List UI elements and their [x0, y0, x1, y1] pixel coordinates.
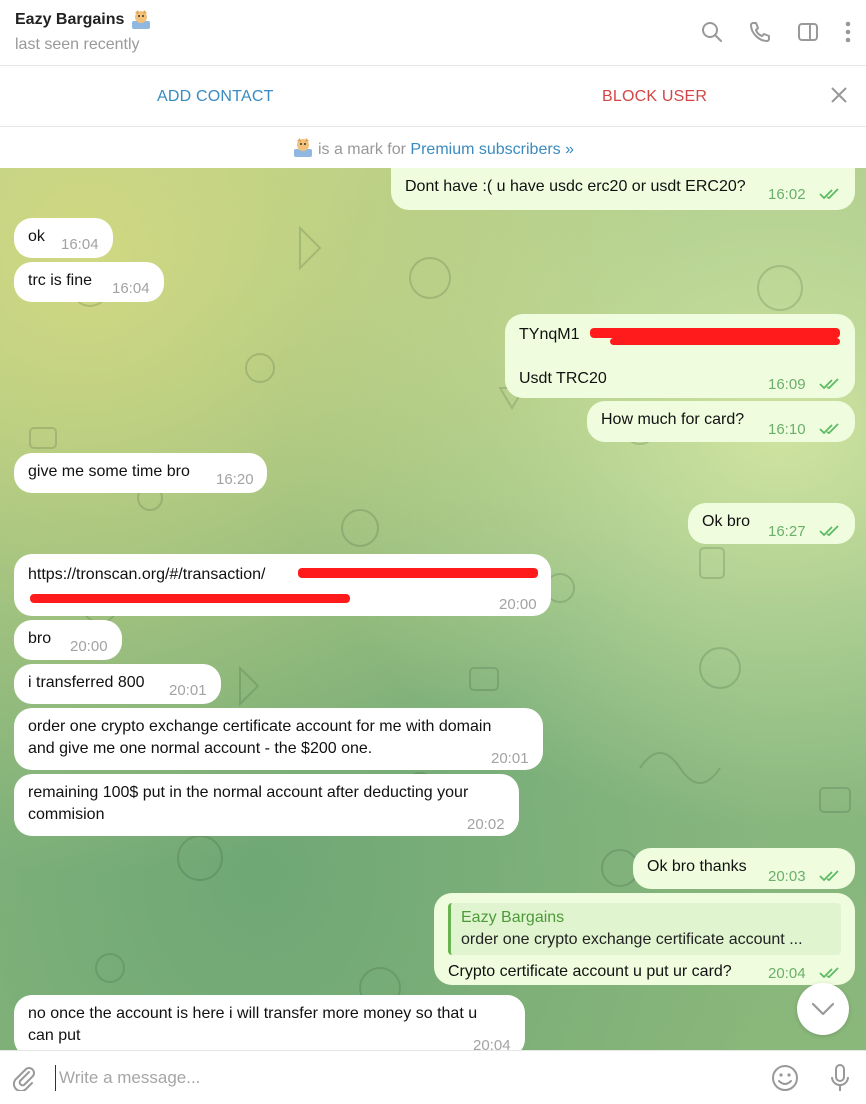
- message-text: Dont have :( u have usdc erc20 or usdt E…: [405, 178, 746, 195]
- message-incoming[interactable]: no once the account is here i will trans…: [14, 995, 525, 1050]
- message-outgoing[interactable]: Dont have :( u have usdc erc20 or usdt E…: [391, 168, 855, 210]
- redaction-mark: [610, 338, 840, 345]
- message-incoming[interactable]: ok 16:04: [14, 218, 113, 258]
- message-text-line2: commision: [28, 806, 105, 823]
- chat-header: Eazy Bargains last seen recently: [0, 0, 866, 66]
- chevron-down-icon: [811, 1002, 835, 1016]
- message-time: 20:03: [768, 868, 806, 885]
- reply-author: Eazy Bargains: [461, 909, 565, 926]
- more-vertical-icon[interactable]: [844, 20, 852, 44]
- message-time: 16:20: [216, 471, 254, 488]
- premium-link[interactable]: Premium subscribers »: [410, 141, 574, 158]
- message-text: i transferred 800: [28, 674, 145, 691]
- message-outgoing[interactable]: Eazy Bargains order one crypto exchange …: [434, 893, 855, 985]
- block-user-button[interactable]: BLOCK USER: [602, 88, 707, 106]
- message-incoming[interactable]: order one crypto exchange certificate ac…: [14, 708, 543, 770]
- message-incoming[interactable]: i transferred 800 20:01: [14, 664, 221, 704]
- message-incoming[interactable]: bro 20:00: [14, 620, 122, 660]
- message-time: 20:01: [491, 750, 529, 767]
- transaction-link[interactable]: https://tronscan.org/#/transaction/: [28, 564, 265, 586]
- phone-icon[interactable]: [748, 20, 772, 44]
- redaction-mark: [30, 594, 350, 603]
- message-time: 16:04: [112, 280, 150, 297]
- redaction-mark: [298, 568, 538, 578]
- message-time: 16:02: [768, 186, 806, 203]
- sidebar-toggle-icon[interactable]: [796, 20, 820, 44]
- message-incoming[interactable]: remaining 100$ put in the normal account…: [14, 774, 519, 836]
- message-outgoing[interactable]: Ok bro thanks 20:03: [633, 848, 855, 889]
- scroll-to-bottom-button[interactable]: [797, 983, 849, 1035]
- chat-title[interactable]: Eazy Bargains: [15, 10, 152, 30]
- contact-action-bar: ADD CONTACT BLOCK USER: [0, 67, 866, 127]
- emoji-status-icon[interactable]: [130, 10, 152, 30]
- message-text: How much for card?: [601, 411, 745, 428]
- message-time: 16:10: [768, 421, 806, 438]
- message-text-line2: Usdt TRC20: [519, 370, 607, 387]
- message-time: 20:04: [768, 965, 806, 982]
- message-incoming[interactable]: https://tronscan.org/#/transaction/ 20:0…: [14, 554, 551, 616]
- message-time: 20:00: [499, 596, 537, 613]
- paperclip-icon[interactable]: [12, 1065, 36, 1096]
- emoji-status-icon: [292, 138, 314, 158]
- message-incoming[interactable]: trc is fine 16:04: [14, 262, 164, 302]
- reply-quote[interactable]: Eazy Bargains order one crypto exchange …: [448, 903, 841, 955]
- message-time: 20:00: [70, 638, 108, 655]
- add-contact-button[interactable]: ADD CONTACT: [157, 88, 274, 106]
- message-outgoing[interactable]: Ok bro 16:27: [688, 503, 855, 544]
- reply-text: order one crypto exchange certificate ac…: [461, 931, 803, 948]
- read-ticks-icon: [819, 423, 839, 435]
- message-text: give me some time bro: [28, 463, 190, 480]
- read-ticks-icon: [819, 870, 839, 882]
- message-text: remaining 100$ put in the normal account…: [28, 784, 469, 801]
- message-list[interactable]: Dont have :( u have usdc erc20 or usdt E…: [0, 168, 866, 1050]
- message-time: 16:04: [61, 236, 99, 253]
- message-text-line2: and give me one normal account - the $20…: [28, 740, 373, 757]
- message-time: 20:04: [473, 1037, 511, 1050]
- message-outgoing[interactable]: TYnqM1 Usdt TRC20 16:09: [505, 314, 855, 398]
- message-text: order one crypto exchange certificate ac…: [28, 718, 492, 735]
- message-text: trc is fine: [28, 272, 93, 289]
- message-input[interactable]: [55, 1065, 745, 1091]
- chat-name[interactable]: Eazy Bargains: [15, 11, 124, 29]
- message-time: 16:27: [768, 523, 806, 540]
- message-time: 20:02: [467, 816, 505, 833]
- message-time: 20:01: [169, 682, 207, 699]
- message-text: TYnqM1: [519, 326, 580, 343]
- read-ticks-icon: [819, 378, 839, 390]
- emoji-icon[interactable]: [771, 1064, 799, 1097]
- premium-notice-text: is a mark for: [317, 141, 411, 158]
- search-icon[interactable]: [700, 20, 724, 44]
- close-icon[interactable]: [830, 86, 848, 109]
- read-ticks-icon: [819, 967, 839, 979]
- message-outgoing[interactable]: How much for card? 16:10: [587, 401, 855, 442]
- message-incoming[interactable]: give me some time bro 16:20: [14, 453, 267, 493]
- premium-notice: is a mark for Premium subscribers »: [0, 128, 866, 168]
- redaction-mark: [590, 328, 840, 338]
- message-time: 16:09: [768, 376, 806, 393]
- microphone-icon[interactable]: [829, 1063, 851, 1098]
- message-text-line2: can put: [28, 1027, 81, 1044]
- read-ticks-icon: [819, 188, 839, 200]
- message-text: Ok bro: [702, 513, 751, 530]
- message-text: bro: [28, 630, 52, 647]
- message-composer: [0, 1050, 866, 1104]
- chat-status: last seen recently: [15, 36, 140, 53]
- message-text: ok: [28, 228, 45, 245]
- message-text: Ok bro thanks: [647, 858, 747, 875]
- message-text: no once the account is here i will trans…: [28, 1005, 478, 1022]
- read-ticks-icon: [819, 525, 839, 537]
